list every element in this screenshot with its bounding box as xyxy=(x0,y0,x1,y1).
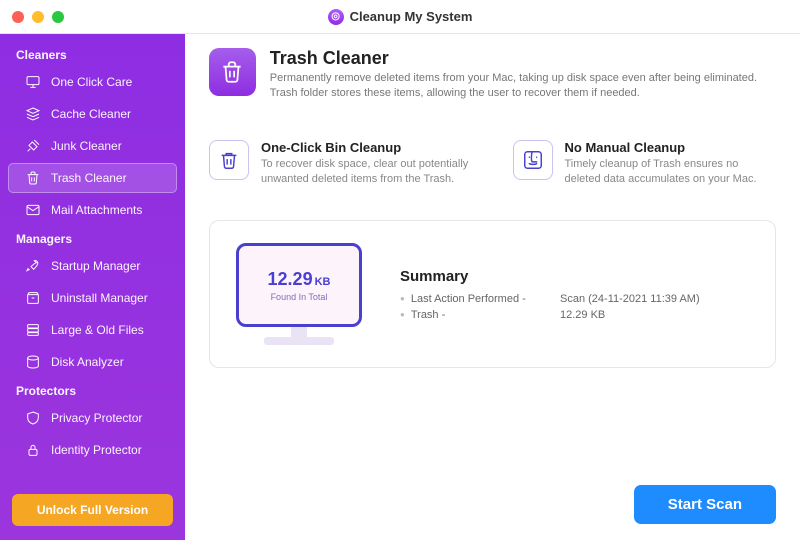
window-controls xyxy=(12,11,64,23)
footer: Start Scan xyxy=(209,485,776,524)
stack-icon xyxy=(25,322,41,338)
bin-icon xyxy=(209,140,249,180)
sidebar-item-identity-protector[interactable]: Identity Protector xyxy=(8,435,177,465)
page-header: Trash Cleaner Permanently remove deleted… xyxy=(209,48,776,102)
sidebar-item-label: Trash Cleaner xyxy=(51,171,127,185)
app-logo-icon: ◎ xyxy=(328,9,344,25)
sidebar-item-mail-attachments[interactable]: Mail Attachments xyxy=(8,195,177,225)
shield-icon xyxy=(25,410,41,426)
feature-no-manual-cleanup: No Manual Cleanup Timely cleanup of Tras… xyxy=(513,140,777,187)
sidebar-item-junk-cleaner[interactable]: Junk Cleaner xyxy=(8,131,177,161)
sidebar-item-label: Large & Old Files xyxy=(51,323,144,337)
feature-desc: Timely cleanup of Trash ensures no delet… xyxy=(565,157,777,187)
main-content: Trash Cleaner Permanently remove deleted… xyxy=(185,34,800,540)
sidebar-item-cache-cleaner[interactable]: Cache Cleaner xyxy=(8,99,177,129)
rocket-icon xyxy=(25,258,41,274)
feature-title: One-Click Bin Cleanup xyxy=(261,140,473,155)
broom-icon xyxy=(25,138,41,154)
sidebar-item-startup-manager[interactable]: Startup Manager xyxy=(8,251,177,281)
monitor-base xyxy=(264,337,334,345)
page-title: Trash Cleaner xyxy=(270,48,776,69)
sidebar-item-label: Cache Cleaner xyxy=(51,107,131,121)
summary-val-0: Scan (24-11-2021 11:39 AM) xyxy=(560,293,700,305)
sidebar-item-label: Mail Attachments xyxy=(51,203,142,217)
feature-title: No Manual Cleanup xyxy=(565,140,777,155)
sidebar-section-cleaners: Cleaners xyxy=(0,42,185,66)
summary-key-0: Last Action Performed - xyxy=(400,293,560,305)
sidebar-section-protectors: Protectors xyxy=(0,378,185,402)
sidebar-item-label: Identity Protector xyxy=(51,443,142,457)
summary-key-1: Trash - xyxy=(400,309,560,321)
sidebar-section-managers: Managers xyxy=(0,226,185,250)
found-subtext: Found In Total xyxy=(271,292,328,302)
summary-val-1: 12.29 KB xyxy=(560,309,700,321)
sidebar-item-label: Junk Cleaner xyxy=(51,139,122,153)
monitor-neck xyxy=(291,327,307,337)
sidebar-item-label: Disk Analyzer xyxy=(51,355,124,369)
sidebar-item-disk-analyzer[interactable]: Disk Analyzer xyxy=(8,347,177,377)
sidebar-item-uninstall-manager[interactable]: Uninstall Manager xyxy=(8,283,177,313)
found-value: 12.29 xyxy=(268,269,313,289)
mail-icon xyxy=(25,202,41,218)
feature-desc: To recover disk space, clear out potenti… xyxy=(261,157,473,187)
summary-monitor-graphic: 12.29KB Found In Total xyxy=(234,243,364,345)
summary-text: Summary Last Action Performed - Scan (24… xyxy=(400,268,700,321)
titlebar: ◎ Cleanup My System xyxy=(0,0,800,34)
sidebar-item-label: Privacy Protector xyxy=(51,411,142,425)
unlock-full-version-button[interactable]: Unlock Full Version xyxy=(12,494,173,526)
sidebar-item-privacy-protector[interactable]: Privacy Protector xyxy=(8,403,177,433)
sidebar-item-label: One Click Care xyxy=(51,75,132,89)
sidebar-item-label: Uninstall Manager xyxy=(51,291,148,305)
sidebar-item-trash-cleaner[interactable]: Trash Cleaner xyxy=(8,163,177,193)
window-title-text: Cleanup My System xyxy=(350,9,473,24)
page-description: Permanently remove deleted items from yo… xyxy=(270,71,776,102)
found-unit: KB xyxy=(315,276,331,288)
layers-icon xyxy=(25,106,41,122)
summary-heading: Summary xyxy=(400,268,700,285)
finder-icon xyxy=(513,140,553,180)
feature-one-click-bin: One-Click Bin Cleanup To recover disk sp… xyxy=(209,140,473,187)
features: One-Click Bin Cleanup To recover disk sp… xyxy=(209,140,776,187)
trash-cleaner-hero-icon xyxy=(209,48,256,96)
sidebar-item-label: Startup Manager xyxy=(51,259,140,273)
lock-icon xyxy=(25,442,41,458)
start-scan-button[interactable]: Start Scan xyxy=(634,485,776,524)
box-icon xyxy=(25,290,41,306)
window-title: ◎ Cleanup My System xyxy=(0,9,800,25)
found-amount: 12.29KB xyxy=(268,269,331,290)
minimize-window-button[interactable] xyxy=(32,11,44,23)
fullscreen-window-button[interactable] xyxy=(52,11,64,23)
close-window-button[interactable] xyxy=(12,11,24,23)
summary-kv: Last Action Performed - Scan (24-11-2021… xyxy=(400,293,700,321)
sidebar-item-one-click-care[interactable]: One Click Care xyxy=(8,67,177,97)
sidebar: Cleaners One Click Care Cache Cleaner Ju… xyxy=(0,34,185,540)
trash-icon xyxy=(25,170,41,186)
monitor-screen: 12.29KB Found In Total xyxy=(236,243,362,327)
monitor-icon xyxy=(25,74,41,90)
sidebar-item-large-old-files[interactable]: Large & Old Files xyxy=(8,315,177,345)
disk-icon xyxy=(25,354,41,370)
summary-card: 12.29KB Found In Total Summary Last Acti… xyxy=(209,220,776,368)
